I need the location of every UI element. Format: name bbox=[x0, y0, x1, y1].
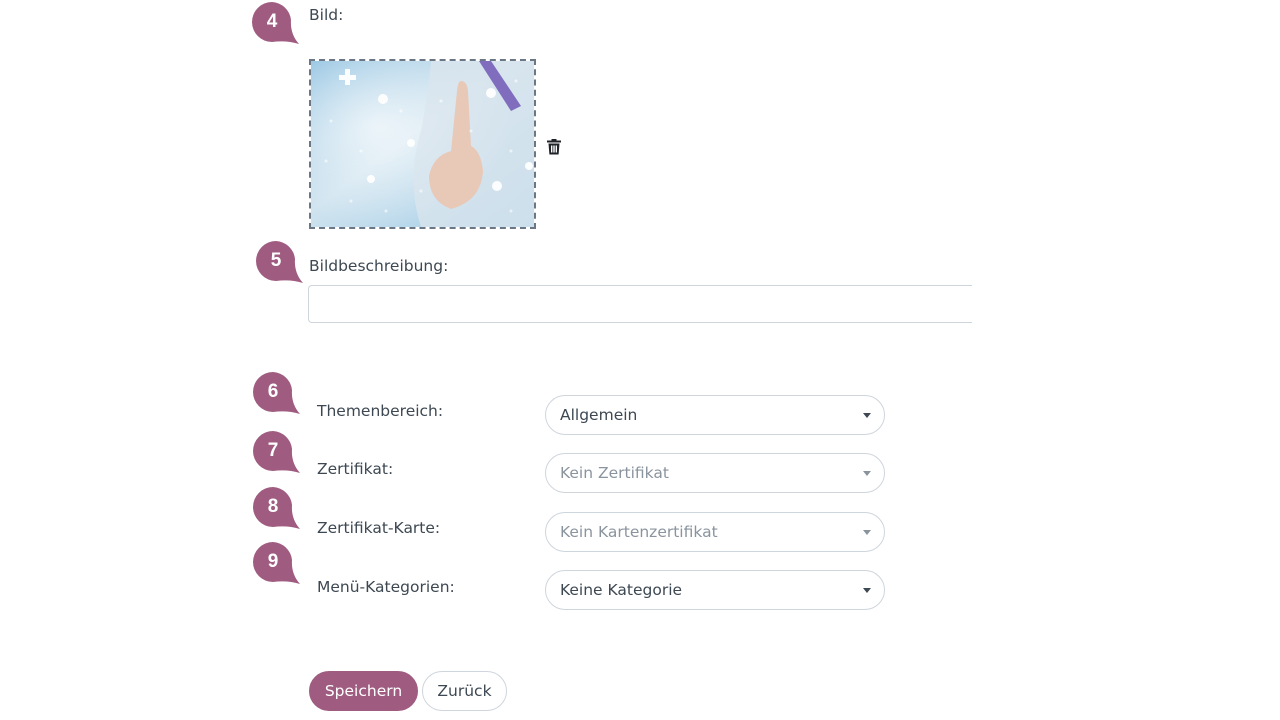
image-description-input[interactable] bbox=[308, 285, 972, 323]
trash-icon[interactable] bbox=[545, 138, 563, 156]
back-button[interactable]: Zurück bbox=[422, 671, 507, 711]
topic-label: Themenbereich: bbox=[317, 402, 444, 420]
step-marker-7: 7 bbox=[253, 431, 305, 477]
menu-categories-select[interactable]: Keine Kategorie bbox=[545, 570, 885, 610]
topic-select[interactable]: Allgemein bbox=[545, 395, 885, 435]
certificate-card-select-value: Kein Kartenzertifikat bbox=[560, 523, 718, 541]
menu-categories-select-value: Keine Kategorie bbox=[560, 581, 683, 599]
step-marker-4: 4 bbox=[252, 2, 304, 48]
form-page: 4 Bild: 5 Bildbeschreibung: 6 Themenbere… bbox=[0, 0, 1280, 720]
step-marker-5: 5 bbox=[256, 241, 308, 287]
certificate-select-value: Kein Zertifikat bbox=[560, 464, 669, 482]
certificate-card-label: Zertifikat-Karte: bbox=[317, 519, 441, 537]
step-marker-9: 9 bbox=[253, 542, 305, 588]
step-marker-8: 8 bbox=[253, 487, 305, 533]
certificate-label: Zertifikat: bbox=[317, 460, 394, 478]
save-button[interactable]: Speichern bbox=[309, 671, 418, 711]
caret-down-icon bbox=[863, 413, 871, 418]
menu-categories-label: Menü-Kategorien: bbox=[317, 578, 455, 596]
topic-select-value: Allgemein bbox=[560, 406, 638, 424]
certificate-card-select[interactable]: Kein Kartenzertifikat bbox=[545, 512, 885, 552]
caret-down-icon bbox=[863, 530, 871, 535]
caret-down-icon bbox=[863, 588, 871, 593]
uploaded-image[interactable] bbox=[309, 59, 536, 229]
image-label: Bild: bbox=[309, 6, 344, 24]
image-description-label: Bildbeschreibung: bbox=[309, 257, 449, 275]
caret-down-icon bbox=[863, 471, 871, 476]
certificate-select[interactable]: Kein Zertifikat bbox=[545, 453, 885, 493]
step-marker-6: 6 bbox=[253, 372, 305, 418]
